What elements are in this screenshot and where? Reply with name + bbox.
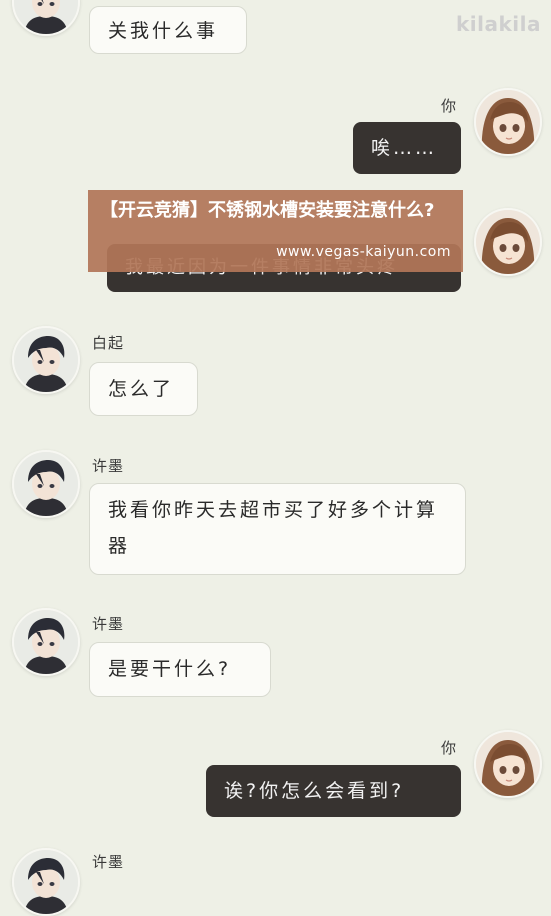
message-bubble: 我看你昨天去超市买了好多个计算器 bbox=[89, 483, 466, 575]
avatar-icon[interactable] bbox=[474, 208, 542, 276]
kilakila-watermark: kilakila bbox=[455, 12, 541, 36]
avatar-icon[interactable] bbox=[12, 608, 80, 676]
avatar-icon[interactable] bbox=[12, 0, 80, 36]
message-bubble: 诶?你怎么会看到? bbox=[206, 765, 461, 817]
ad-url[interactable]: www.vegas-kaiyun.com bbox=[276, 244, 451, 260]
message-bubble: 唉…… bbox=[353, 122, 461, 174]
ad-overlay-banner[interactable]: 【开云竞猜】不锈钢水槽安装要注意什么? www.vegas-kaiyun.com bbox=[88, 190, 463, 272]
avatar-icon[interactable] bbox=[12, 848, 80, 916]
avatar-icon[interactable] bbox=[12, 450, 80, 518]
sender-name: 你 bbox=[441, 97, 458, 115]
sender-name: 白起 bbox=[92, 334, 125, 352]
sender-name: 许墨 bbox=[92, 457, 125, 475]
message-bubble: 关我什么事 bbox=[89, 6, 247, 54]
avatar-icon[interactable] bbox=[474, 88, 542, 156]
sender-name: 许墨 bbox=[92, 615, 125, 633]
sender-name: 你 bbox=[441, 739, 458, 757]
message-bubble: 怎么了 bbox=[89, 362, 198, 416]
sender-name: 许墨 bbox=[92, 853, 125, 871]
avatar-icon[interactable] bbox=[474, 730, 542, 798]
ad-title[interactable]: 【开云竞猜】不锈钢水槽安装要注意什么? bbox=[100, 200, 453, 222]
message-bubble: 是要干什么? bbox=[89, 642, 271, 697]
avatar-icon[interactable] bbox=[12, 326, 80, 394]
